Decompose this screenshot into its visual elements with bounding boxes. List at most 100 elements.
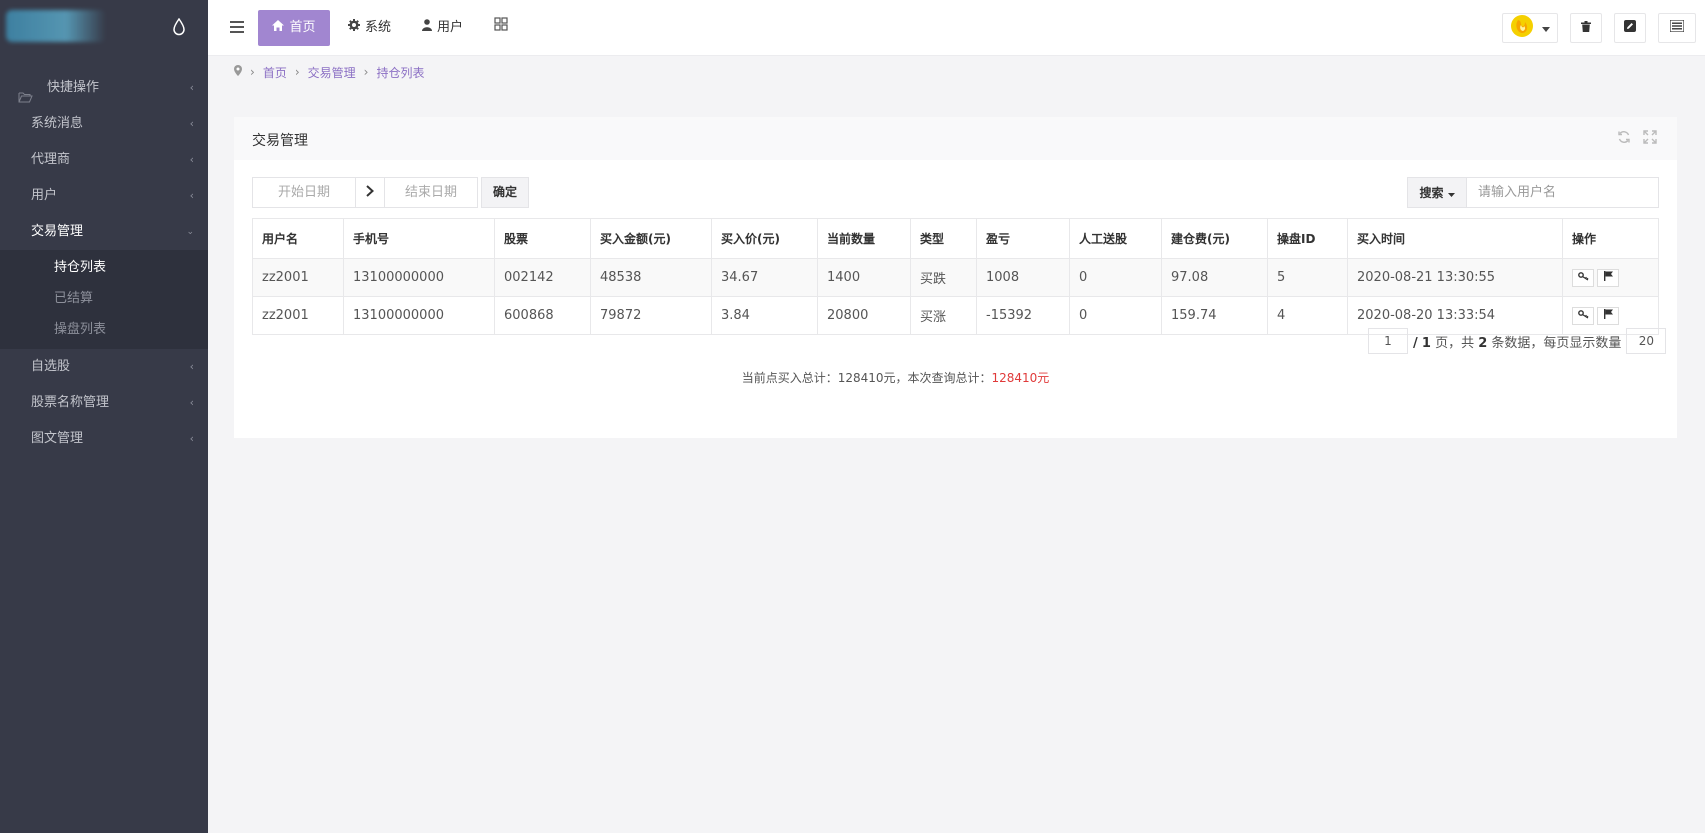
right-panel-button[interactable] (1658, 13, 1696, 43)
sidebar-menu: 快捷操作 ‹ 系统消息 ‹ 代理商 ‹ 用户 ‹ 交易管理 ⌄ 持仓列表 已结算… (0, 70, 208, 457)
panel-tools (1617, 130, 1657, 148)
page-number-input[interactable]: 1 (1368, 328, 1408, 354)
pagination-info: / 1 页，共 2 条数据，每页显示数量 (1413, 332, 1621, 351)
col-operation-id[interactable]: 操盘ID (1267, 218, 1348, 259)
sidebar-item-quick[interactable]: 快捷操作 ‹ (0, 70, 208, 106)
search-type-label: 搜索 (1419, 186, 1444, 200)
col-quantity[interactable]: 当前数量 (817, 218, 911, 259)
chevron-left-icon: ‹ (189, 432, 194, 445)
summary-prefix: 当前点买入总计：128410元，本次查询总计： (741, 371, 992, 385)
col-open-fee[interactable]: 建仓费(元) (1161, 218, 1268, 259)
cell-stock: 600868 (494, 296, 591, 335)
count-word: 条数据，每页显示数量 (1491, 335, 1622, 351)
row-key-button[interactable] (1572, 268, 1594, 287)
breadcrumb-home[interactable]: 首页 (263, 64, 287, 81)
cell-profit-loss: -15392 (976, 296, 1070, 335)
folder-open-icon (18, 82, 33, 103)
topnav-apps[interactable] (494, 10, 508, 46)
col-type[interactable]: 类型 (910, 218, 977, 259)
sidebar-item-label: 用户 (31, 188, 58, 203)
sub-item-settled[interactable]: 已结算 (0, 283, 208, 314)
date-range-filter: 开始日期 结束日期 确定 (252, 177, 529, 208)
topnav-home[interactable]: 首页 (258, 10, 330, 46)
row-flag-button[interactable] (1597, 268, 1619, 287)
total-count: 2 (1478, 335, 1488, 351)
date-range-arrow (356, 177, 384, 208)
user-avatar-dropdown[interactable] (1502, 13, 1558, 43)
avatar (1510, 14, 1534, 42)
edit-profile-button[interactable] (1614, 13, 1646, 43)
sidebar-item-label: 系统消息 (31, 116, 84, 131)
username-search-input[interactable]: 请输入用户名 (1467, 177, 1659, 208)
chevron-down-icon: ⌄ (186, 227, 194, 237)
breadcrumb-separator: › (250, 65, 255, 79)
sub-item-positions[interactable]: 持仓列表 (0, 252, 208, 283)
search-type-dropdown[interactable]: 搜索 (1407, 177, 1467, 208)
sidebar-item-agents[interactable]: 代理商 ‹ (0, 142, 208, 178)
col-buy-time[interactable]: 买入时间 (1347, 218, 1563, 259)
confirm-button[interactable]: 确定 (481, 177, 529, 208)
grid-icon (494, 10, 508, 46)
sidebar-item-messages[interactable]: 系统消息 ‹ (0, 106, 208, 142)
cell-buy-amount: 48538 (590, 258, 712, 297)
pagination: 1 / 1 页，共 2 条数据，每页显示数量 20 (1368, 328, 1667, 354)
sidebar-item-stock-names[interactable]: 股票名称管理 ‹ (0, 385, 208, 421)
totals-summary: 当前点买入总计：128410元，本次查询总计：128410元 (234, 369, 1677, 386)
caret-down-icon (1447, 186, 1455, 200)
col-buy-amount[interactable]: 买入金额(元) (590, 218, 712, 259)
sidebar-item-label: 交易管理 (31, 224, 84, 239)
start-date-input[interactable]: 开始日期 (252, 177, 356, 208)
sidebar-item-watchlist[interactable]: 自选股 ‹ (0, 349, 208, 385)
menu-toggle-icon[interactable] (230, 21, 244, 33)
sidebar-item-trading[interactable]: 交易管理 ⌄ (0, 214, 208, 250)
col-profit-loss[interactable]: 盈亏 (976, 218, 1070, 259)
row-flag-button[interactable] (1597, 306, 1619, 325)
search-bar: 搜索 请输入用户名 (1407, 177, 1659, 208)
theme-drop-icon[interactable] (172, 17, 188, 38)
refresh-icon[interactable] (1617, 130, 1631, 148)
col-phone[interactable]: 手机号 (343, 218, 495, 259)
cell-actions (1562, 258, 1659, 297)
total-pages: 1 (1421, 335, 1431, 351)
cell-type: 买涨 (910, 296, 977, 335)
topnav-system-label: 系统 (365, 20, 392, 35)
breadcrumb-current[interactable]: 持仓列表 (376, 64, 424, 81)
breadcrumb-section[interactable]: 交易管理 (308, 64, 356, 81)
topnav-user-label: 用户 (437, 20, 464, 35)
col-buy-price[interactable]: 买入价(元) (711, 218, 818, 259)
chevron-left-icon: ‹ (189, 189, 194, 202)
location-pin-icon (234, 65, 242, 79)
breadcrumb: › 首页 › 交易管理 › 持仓列表 (234, 64, 424, 80)
row-key-button[interactable] (1572, 306, 1594, 325)
col-username[interactable]: 用户名 (252, 218, 344, 259)
sidebar-item-articles[interactable]: 图文管理 ‹ (0, 421, 208, 457)
panel-title: 交易管理 (252, 133, 308, 149)
cell-open-fee: 97.08 (1161, 258, 1268, 297)
cell-profit-loss: 1008 (976, 258, 1070, 297)
col-actions: 操作 (1562, 218, 1659, 259)
topnav-system[interactable]: 系统 (348, 10, 391, 46)
fullscreen-icon[interactable] (1643, 130, 1657, 148)
breadcrumb-separator: › (294, 65, 300, 79)
page-size-input[interactable]: 20 (1626, 328, 1667, 354)
col-manual-bonus[interactable]: 人工送股 (1069, 218, 1162, 259)
cell-buy-amount: 79872 (590, 296, 712, 335)
query-total: 128410元 (991, 371, 1050, 385)
user-icon (422, 10, 432, 46)
panel-header: 交易管理 (234, 117, 1677, 160)
sub-item-operations[interactable]: 操盘列表 (0, 314, 208, 345)
cell-manual-bonus: 0 (1069, 296, 1162, 335)
cell-open-fee: 159.74 (1161, 296, 1268, 335)
cell-buy-price: 3.84 (711, 296, 818, 335)
brand-logo (6, 10, 106, 42)
end-date-input[interactable]: 结束日期 (384, 177, 478, 208)
topnav-home-label: 首页 (289, 20, 316, 35)
topnav-user[interactable]: 用户 (422, 10, 463, 46)
cell-operation-id: 4 (1267, 296, 1348, 335)
caret-down-icon (1542, 21, 1550, 36)
chevron-right-icon (366, 184, 374, 201)
clear-cache-button[interactable] (1570, 13, 1602, 43)
sidebar-item-users[interactable]: 用户 ‹ (0, 178, 208, 214)
trash-icon (1581, 20, 1591, 36)
col-stock[interactable]: 股票 (494, 218, 591, 259)
